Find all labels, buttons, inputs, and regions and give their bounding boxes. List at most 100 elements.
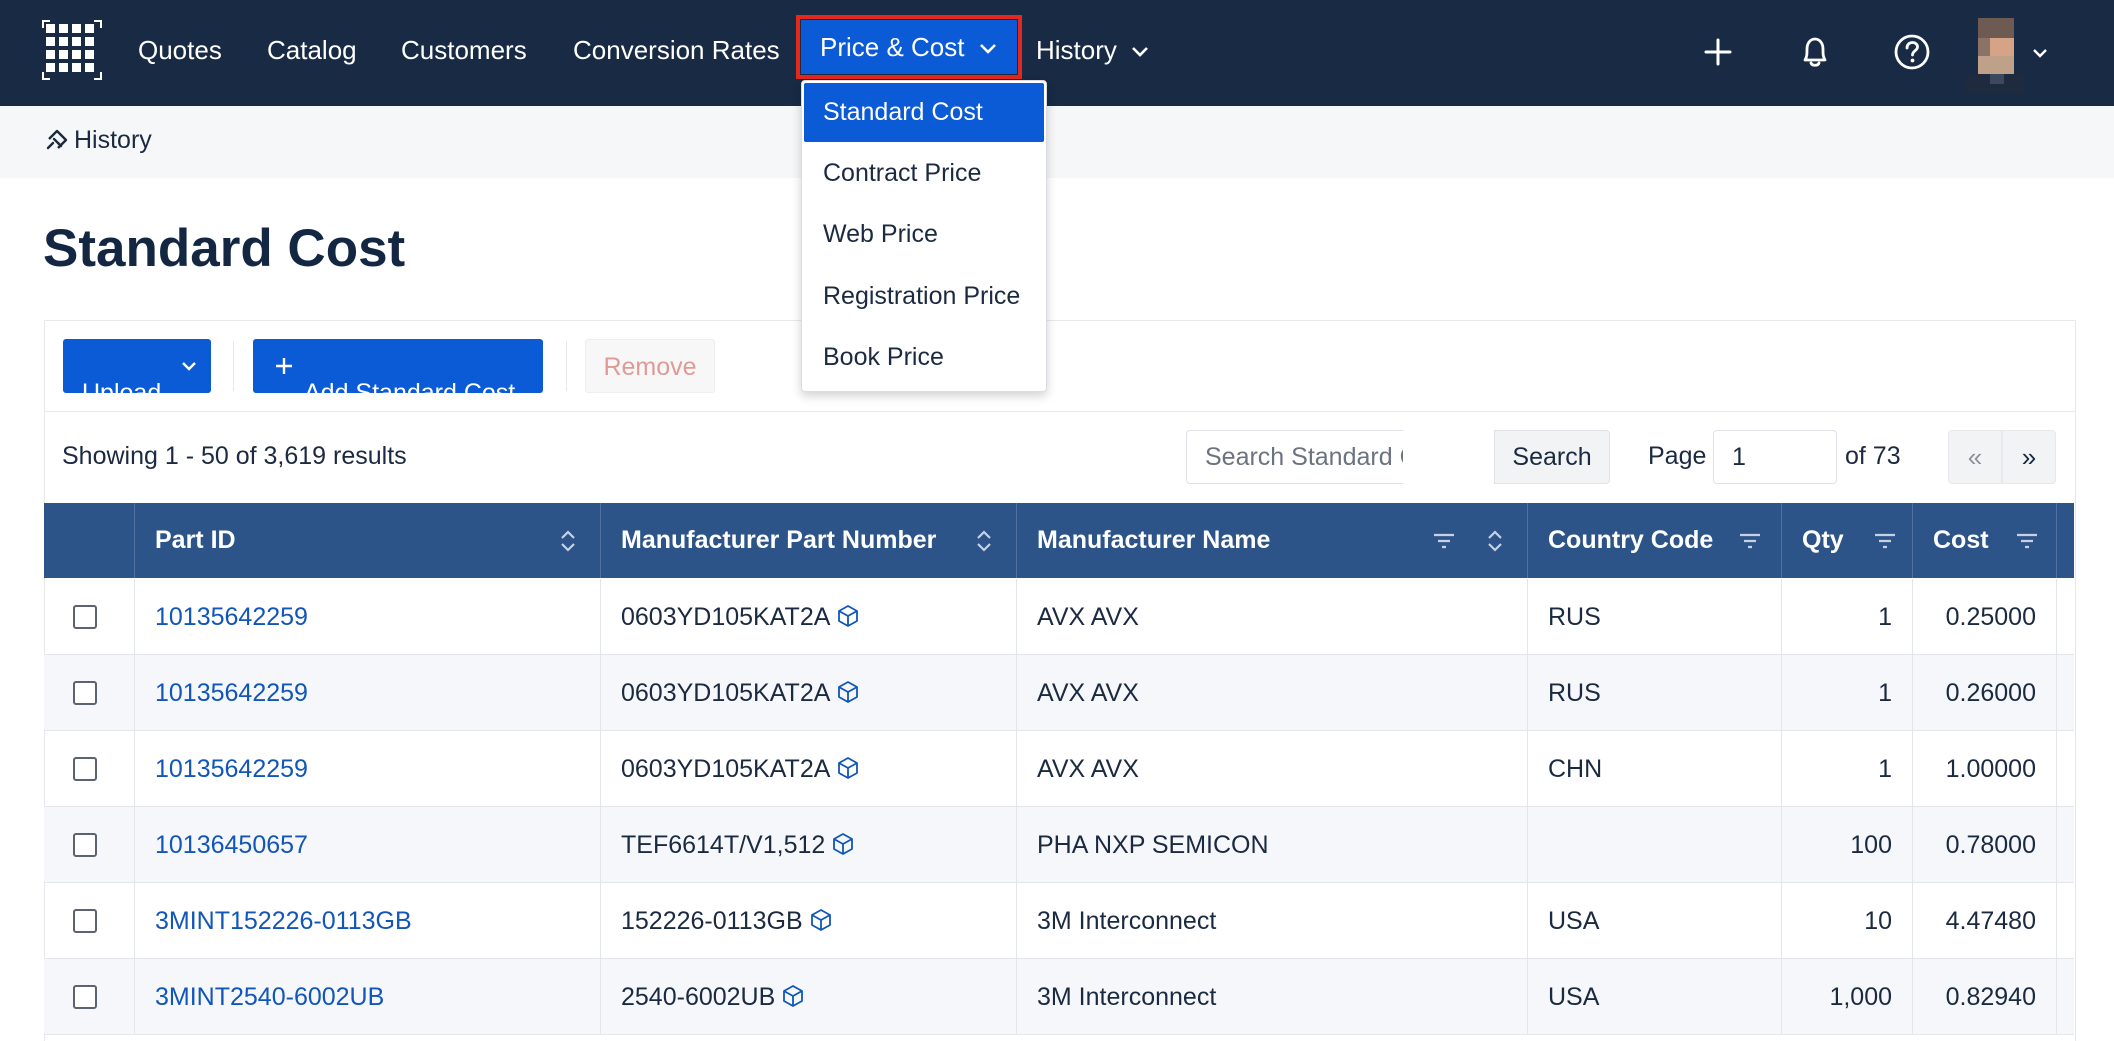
table-row: 3MINT152226-0113GB 152226-0113GB 3M Interc…: [44, 883, 2074, 959]
column-label: Manufacturer Part Number: [621, 526, 937, 554]
column-header-manufacturer-name[interactable]: Manufacturer Name: [1017, 503, 1528, 578]
nav-item-catalog[interactable]: Catalog: [267, 0, 357, 106]
package-icon[interactable]: [836, 680, 860, 704]
table-row: 10135642259 0603YD105KAT2A AVX AVX CHN 1 1.00…: [44, 731, 2074, 807]
column-header-manufacturer-part-number[interactable]: Manufacturer Part Number: [601, 503, 1017, 578]
package-icon[interactable]: [781, 984, 805, 1008]
package-icon[interactable]: [836, 604, 860, 628]
qty-cell: 100: [1782, 807, 1913, 883]
add-standard-cost-button[interactable]: Add Standard Cost: [253, 339, 543, 407]
menu-item-book-price[interactable]: Book Price: [804, 328, 1044, 387]
nav-item-conversion-rates[interactable]: Conversion Rates: [573, 0, 780, 106]
manufacturer-cell: PHA NXP SEMICON: [1017, 807, 1528, 883]
manufacturer-cell: AVX AVX: [1017, 655, 1528, 731]
next-page-button[interactable]: »: [2002, 430, 2056, 484]
part-id-link[interactable]: 3MINT152226-0113GB: [155, 907, 412, 935]
page-number-input[interactable]: [1713, 430, 1837, 484]
part-id-link[interactable]: 10135642259: [155, 679, 308, 707]
package-icon[interactable]: [831, 832, 855, 856]
user-avatar-menu[interactable]: [1964, 18, 2056, 94]
add-standard-cost-label: Add Standard Cost: [304, 379, 516, 407]
help-icon[interactable]: [1890, 30, 1934, 74]
row-checkbox[interactable]: [73, 681, 97, 705]
manufacturer-value: AVX AVX: [1037, 679, 1139, 707]
row-checkbox[interactable]: [73, 757, 97, 781]
sort-icon[interactable]: [1486, 527, 1504, 555]
menu-item-standard-cost[interactable]: Standard Cost: [804, 83, 1044, 142]
part-id-link[interactable]: 10136450657: [155, 831, 308, 859]
column-header-cost[interactable]: Cost: [1913, 503, 2057, 578]
mpn-value: 152226-0113GB: [621, 907, 803, 935]
part-id-link[interactable]: 10135642259: [155, 755, 308, 783]
history-icon: [46, 129, 68, 150]
part-id-link[interactable]: 3MINT2540-6002UB: [155, 983, 384, 1011]
part-id-cell: 3MINT152226-0113GB: [135, 883, 601, 959]
row-checkbox[interactable]: [73, 833, 97, 857]
sort-icon[interactable]: [559, 527, 577, 555]
cost-value: 1.00000: [1945, 755, 2036, 783]
chevron-down-icon: [2033, 49, 2047, 58]
cost-value: 0.82940: [1945, 983, 2036, 1011]
qty-cell: 1: [1782, 579, 1913, 655]
menu-item-web-price[interactable]: Web Price: [804, 205, 1044, 264]
manufacturer-cell: AVX AVX: [1017, 731, 1528, 807]
column-label: Country Code: [1548, 526, 1714, 554]
bell-icon[interactable]: [1793, 30, 1837, 74]
apps-grid-icon[interactable]: [42, 20, 102, 80]
breadcrumb-history-link[interactable]: History: [44, 126, 152, 155]
nav-item-history[interactable]: History: [1036, 0, 1149, 106]
nav-item-price-cost[interactable]: Price & Cost: [796, 15, 1022, 79]
mpn-cell: TEF6614T/V1,512: [601, 807, 1017, 883]
table-row: 10136450657 TEF6614T/V1,512 PHA NXP SEMICO…: [44, 807, 2074, 883]
avatar: [1966, 18, 2024, 94]
column-label: Cost: [1933, 526, 1989, 554]
manufacturer-value: 3M Interconnect: [1037, 907, 1217, 935]
upload-button[interactable]: Upload: [63, 339, 211, 407]
remove-button[interactable]: Remove: [585, 339, 715, 393]
country-value: RUS: [1548, 679, 1601, 707]
toolbar-separator: [233, 341, 234, 391]
filter-icon[interactable]: [1432, 527, 1456, 555]
mpn-value: 2540-6002UB: [621, 983, 776, 1011]
plus-icon[interactable]: [1696, 30, 1740, 74]
search-button[interactable]: Search: [1494, 430, 1610, 484]
row-checkbox[interactable]: [73, 985, 97, 1009]
row-checkbox[interactable]: [73, 605, 97, 629]
column-header-part-id[interactable]: Part ID: [135, 503, 601, 578]
package-icon[interactable]: [809, 908, 833, 932]
nav-item-customers[interactable]: Customers: [401, 0, 527, 106]
nav-item-price-cost-label: Price & Cost: [820, 32, 965, 62]
part-id-link[interactable]: 10135642259: [155, 603, 308, 631]
qty-value: 100: [1850, 831, 1892, 859]
previous-page-button[interactable]: «: [1948, 430, 2002, 484]
package-icon[interactable]: [836, 756, 860, 780]
country-cell: [1528, 807, 1782, 883]
menu-item-contract-price[interactable]: Contract Price: [804, 144, 1044, 203]
row-select-cell: [44, 655, 135, 731]
country-value: USA: [1548, 983, 1600, 1011]
filter-icon[interactable]: [2015, 527, 2039, 555]
search-input[interactable]: [1186, 430, 1403, 484]
filter-icon[interactable]: [1738, 527, 1762, 555]
nav-item-quotes[interactable]: Quotes: [138, 0, 222, 106]
part-id-cell: 3MINT2540-6002UB: [135, 959, 601, 1035]
filter-icon[interactable]: [1873, 527, 1897, 555]
country-value: USA: [1548, 907, 1600, 935]
mpn-value: 0603YD105KAT2A: [621, 755, 831, 783]
page-label: Page: [1648, 442, 1707, 470]
country-value: CHN: [1548, 755, 1603, 783]
part-id-cell: 10135642259: [135, 655, 601, 731]
cost-value: 0.25000: [1945, 603, 2036, 631]
cost-cell: 0.26000: [1913, 655, 2057, 731]
row-checkbox[interactable]: [73, 909, 97, 933]
sort-icon[interactable]: [975, 527, 993, 555]
menu-item-registration-price[interactable]: Registration Price: [804, 267, 1044, 326]
price-cost-dropdown-menu: Standard Cost Contract Price Web Price R…: [801, 80, 1047, 392]
qty-value: 1,000: [1829, 983, 1892, 1011]
manufacturer-cell: 3M Interconnect: [1017, 959, 1528, 1035]
nav-item-history-label: History: [1036, 35, 1117, 65]
table-header: Part ID Manufacturer Part Number Manufac…: [44, 503, 2074, 578]
column-header-country-code[interactable]: Country Code: [1528, 503, 1782, 578]
cost-value: 0.78000: [1945, 831, 2036, 859]
column-header-qty[interactable]: Qty: [1782, 503, 1913, 578]
